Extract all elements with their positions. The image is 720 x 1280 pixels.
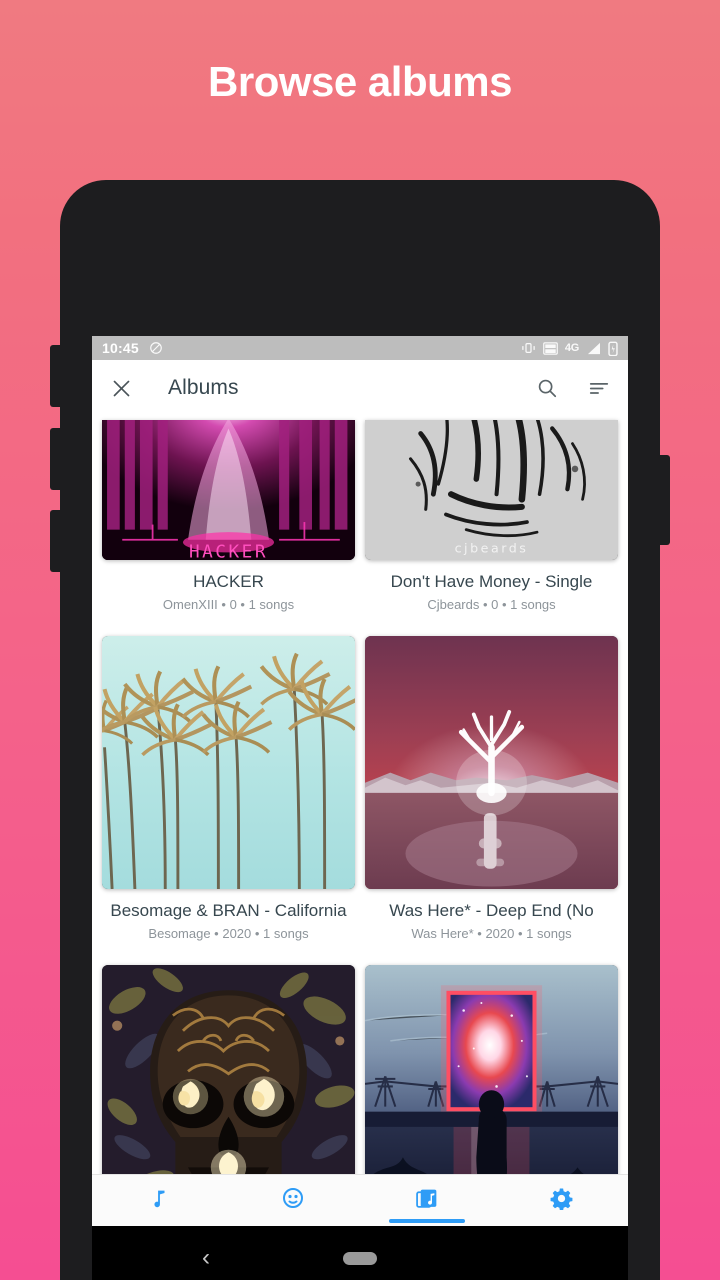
album-title: Besomage & BRAN - California: [110, 901, 347, 920]
sort-icon[interactable]: [586, 375, 612, 401]
system-navigation-bar: ‹: [92, 1226, 628, 1280]
album-art-lightning-tree[interactable]: [365, 636, 618, 889]
phone-screen: 10:45 4G Albums HACKER HACKER OmenXIII •…: [92, 336, 628, 1226]
page-title: Browse albums: [208, 58, 512, 105]
album-title: Don't Have Money - Single: [390, 572, 593, 591]
volume-up-button[interactable]: [50, 345, 62, 407]
album-art-hacker[interactable]: HACKER: [102, 420, 355, 560]
tab-songs[interactable]: [92, 1175, 226, 1226]
power-button[interactable]: [658, 455, 670, 545]
album-subtitle: Besomage • 2020 • 1 songs: [148, 926, 309, 941]
svg-text:cjbeards: cjbeards: [455, 540, 529, 555]
tab-selected-indicator: [389, 1219, 465, 1223]
close-icon[interactable]: [108, 375, 134, 401]
bottom-tab-bar: [92, 1174, 628, 1226]
album-card[interactable]: [102, 961, 355, 1174]
home-pill-icon[interactable]: [343, 1251, 377, 1265]
album-title: HACKER: [193, 572, 264, 591]
volume-down-button[interactable]: [50, 428, 62, 490]
album-card[interactable]: HACKER HACKER OmenXIII • 0 • 1 songs: [102, 416, 355, 632]
artist-face-icon: [281, 1186, 305, 1215]
album-card[interactable]: [365, 961, 618, 1174]
album-subtitle: Cjbeards • 0 • 1 songs: [427, 597, 556, 612]
album-art-cosmic-portal[interactable]: [365, 965, 618, 1174]
vibrate-icon: [521, 342, 536, 354]
signal-icon: [586, 342, 601, 355]
app-bar-title: Albums: [168, 376, 239, 399]
album-art-ink-sketch[interactable]: cjbeards: [365, 420, 618, 560]
music-note-icon: [148, 1187, 170, 1214]
network-type-label: 4G: [564, 342, 579, 354]
albums-icon: [415, 1186, 440, 1216]
do-not-disturb-icon: [149, 341, 163, 355]
volte-icon: [543, 341, 558, 355]
gear-icon: [550, 1187, 573, 1215]
album-card[interactable]: cjbeards Don't Have Money - Single Cjbea…: [365, 416, 618, 632]
status-time: 10:45: [102, 340, 139, 356]
album-title: Was Here* - Deep End (No: [389, 901, 594, 920]
svg-text:HACKER: HACKER: [189, 542, 268, 560]
album-subtitle: Was Here* • 2020 • 1 songs: [411, 926, 572, 941]
back-chevron-icon[interactable]: ‹: [202, 1246, 210, 1270]
status-bar: 10:45 4G: [92, 336, 628, 360]
tab-albums[interactable]: [360, 1175, 494, 1226]
tab-settings[interactable]: [494, 1175, 628, 1226]
album-art-gold-skull[interactable]: [102, 965, 355, 1174]
phone-device-frame: 10:45 4G Albums HACKER HACKER OmenXIII •…: [50, 180, 670, 1280]
battery-icon: [608, 341, 618, 356]
album-grid[interactable]: HACKER HACKER OmenXIII • 0 • 1 songs cjb…: [92, 416, 628, 1174]
tab-artists[interactable]: [226, 1175, 360, 1226]
album-card[interactable]: Besomage & BRAN - California Besomage • …: [102, 632, 355, 961]
search-icon[interactable]: [534, 375, 560, 401]
album-subtitle: OmenXIII • 0 • 1 songs: [162, 597, 295, 612]
volume-extra-button[interactable]: [50, 510, 62, 572]
app-bar: Albums: [92, 360, 628, 416]
album-art-palms[interactable]: [102, 636, 355, 889]
album-card[interactable]: Was Here* - Deep End (No Was Here* • 202…: [365, 632, 618, 961]
